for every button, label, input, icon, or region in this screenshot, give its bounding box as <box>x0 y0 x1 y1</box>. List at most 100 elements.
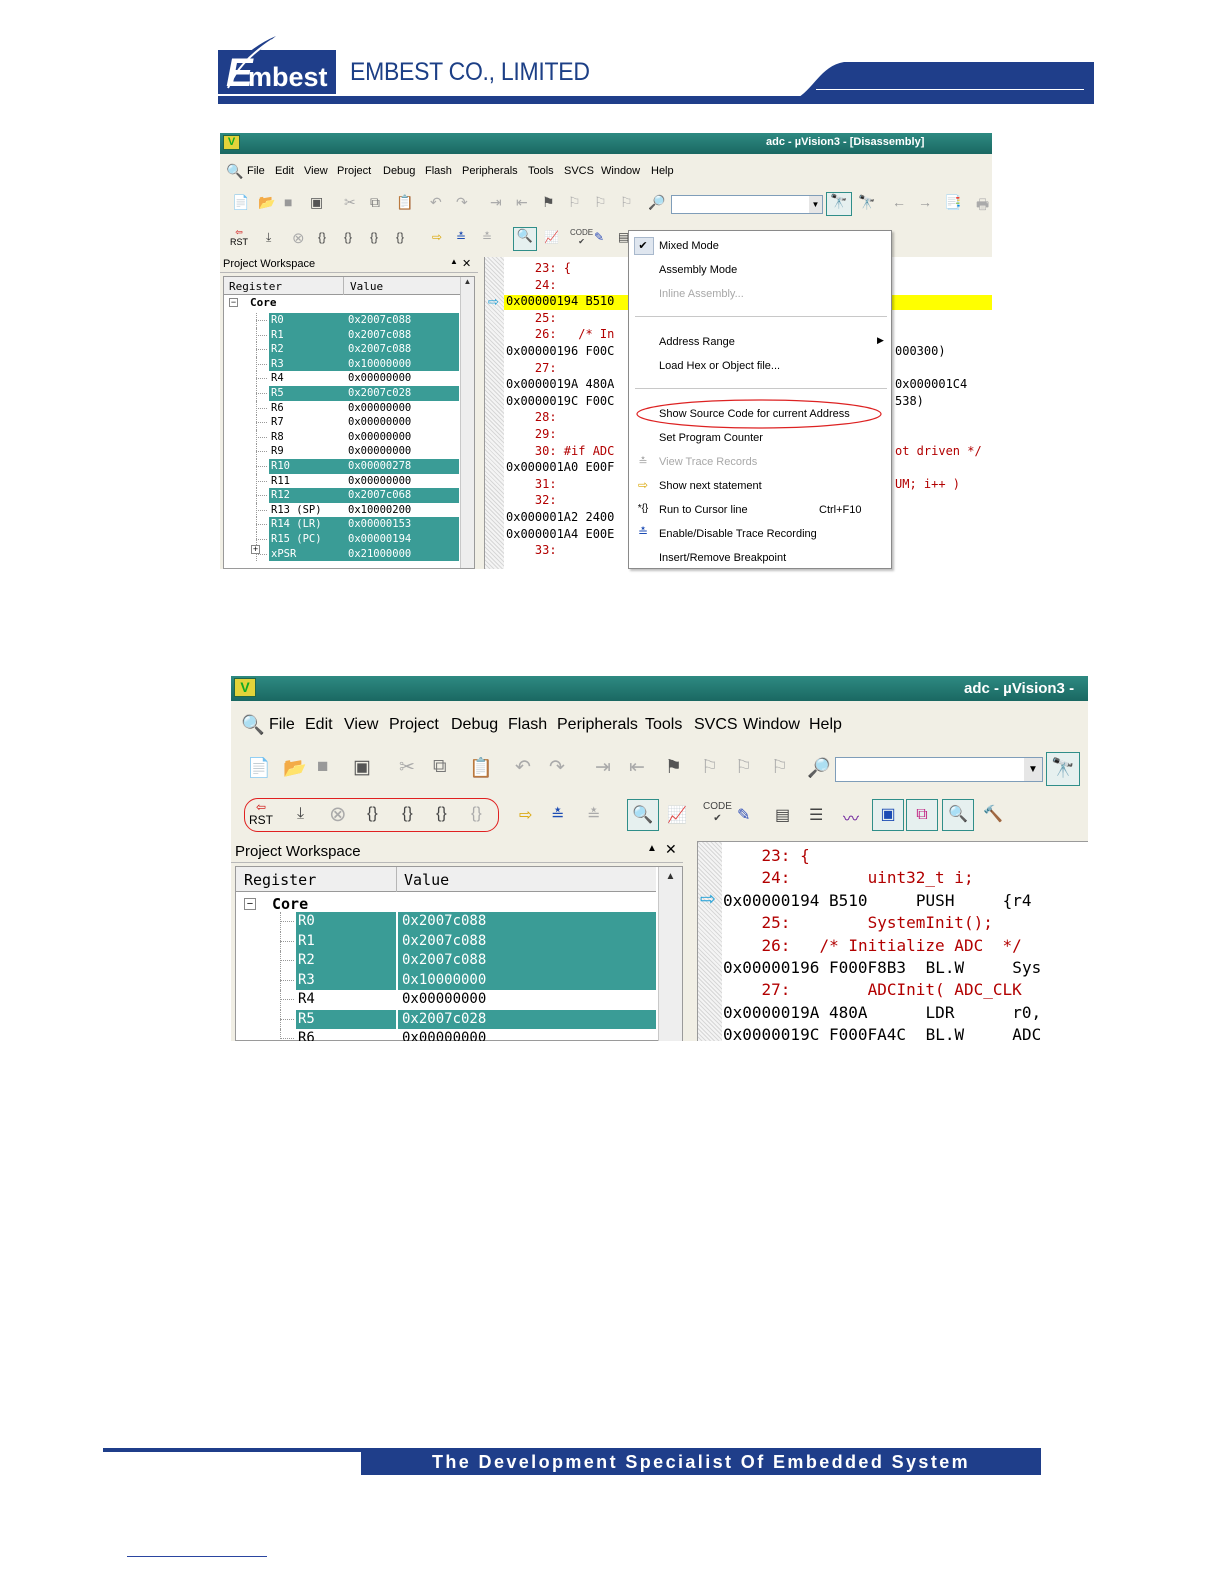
copy-icon[interactable]: ⧉ <box>433 756 447 778</box>
menu-tools[interactable]: Tools <box>645 716 682 734</box>
vertical-scrollbar[interactable]: ▲ <box>658 867 682 1041</box>
col-register[interactable]: Register <box>244 871 316 889</box>
code-line[interactable]: 23: { <box>723 846 810 865</box>
menu-item-set-pc[interactable]: Set Program Counter <box>659 432 763 444</box>
step-out-icon[interactable]: {} <box>436 805 447 823</box>
undo-icon[interactable]: ↶ <box>430 194 442 211</box>
next-bookmark-icon[interactable]: ⚐ <box>701 756 718 779</box>
register-value[interactable]: 0x2007c068 <box>344 488 459 503</box>
code-line[interactable]: 31: <box>506 477 557 491</box>
menu-item-breakpoint[interactable]: Insert/Remove Breakpoint <box>659 552 786 564</box>
serial-window-icon[interactable]: ▣ <box>872 799 904 831</box>
menu-item-run-to-cursor[interactable]: Run to Cursor line <box>659 504 748 516</box>
register-value[interactable]: 0x00000278 <box>344 459 459 474</box>
print-icon[interactable]: 🖶 <box>976 194 989 218</box>
perf-analyzer-icon[interactable]: ✎ <box>737 805 750 825</box>
register-value[interactable]: 0x2007c088 <box>344 342 459 357</box>
prev-bookmark-icon[interactable]: ⚐ <box>735 756 752 779</box>
register-value[interactable]: 0x2007c088 <box>344 313 459 328</box>
code-line[interactable]: 24: <box>723 868 791 887</box>
save-icon[interactable]: ■ <box>317 756 328 778</box>
chevron-down-icon[interactable]: ▼ <box>1024 758 1042 781</box>
new-file-icon[interactable]: 📄 <box>247 756 271 780</box>
redo-icon[interactable]: ↷ <box>549 756 565 779</box>
watch-window-icon[interactable]: 📈 <box>667 805 687 825</box>
bookmark-icon[interactable]: ⚑ <box>542 194 555 211</box>
paste-icon[interactable]: 📋 <box>469 756 493 780</box>
step-into-icon[interactable]: {} <box>318 230 326 244</box>
group-core[interactable]: Core <box>272 895 308 913</box>
code-line[interactable]: 25: <box>723 913 791 932</box>
browse-icon[interactable]: 📑 <box>944 194 961 211</box>
unindent-icon[interactable]: ⇤ <box>516 194 528 211</box>
step-out-icon[interactable]: {} <box>370 230 378 244</box>
run-to-cursor-icon[interactable]: {} <box>471 805 482 823</box>
pin-icon[interactable]: ▲ <box>647 843 657 854</box>
col-register[interactable]: Register <box>229 280 282 293</box>
register-value[interactable]: 0x00000000 <box>344 371 459 386</box>
code-line[interactable]: 30: #if ADC <box>506 444 614 458</box>
menu-window[interactable]: Window <box>601 165 640 177</box>
trace-record-icon[interactable]: ≛ <box>456 230 466 244</box>
menu-file[interactable]: File <box>269 716 295 734</box>
menu-item-view-trace[interactable]: View Trace Records <box>659 456 757 468</box>
scroll-up-icon[interactable]: ▲ <box>461 277 474 286</box>
symbols-window-icon[interactable]: ☰ <box>809 805 823 825</box>
show-next-statement-icon[interactable]: ⇨ <box>432 230 442 244</box>
prev-bookmark-icon[interactable]: ⚐ <box>594 194 607 211</box>
next-bookmark-icon[interactable]: ⚐ <box>568 194 581 211</box>
col-value[interactable]: Value <box>350 280 383 293</box>
scroll-up-icon[interactable]: ▲ <box>659 871 682 882</box>
code-line[interactable]: 29: <box>506 427 557 441</box>
unindent-icon[interactable]: ⇤ <box>629 756 645 779</box>
code-line[interactable]: 0x00000194 B510 <box>723 891 868 910</box>
menu-help[interactable]: Help <box>651 165 674 177</box>
memory-window-icon[interactable]: ▤ <box>775 805 790 825</box>
vertical-scrollbar[interactable]: ▲ <box>460 277 474 568</box>
menu-file[interactable]: File <box>247 165 265 177</box>
cut-icon[interactable]: ✂ <box>399 756 415 779</box>
undo-icon[interactable]: ↶ <box>515 756 531 779</box>
save-all-icon[interactable]: ▣ <box>353 756 371 779</box>
register-value[interactable]: 0x2007c028 <box>344 386 459 401</box>
find-combo[interactable]: ▼ <box>671 195 823 214</box>
clear-bookmarks-icon[interactable]: ⚐ <box>771 756 788 779</box>
code-coverage-icon[interactable]: CODE ✔ <box>703 801 732 825</box>
find-next-icon[interactable]: 🔭 <box>858 194 875 211</box>
register-value[interactable]: 0x10000000 <box>398 970 656 990</box>
copy-icon[interactable]: ⧉ <box>370 194 380 211</box>
forward-arrow-icon[interactable]: → <box>918 194 932 210</box>
register-value[interactable]: 0x2007c088 <box>344 327 459 343</box>
menu-window[interactable]: Window <box>743 716 800 734</box>
menu-debug[interactable]: Debug <box>383 165 415 177</box>
register-value[interactable]: 0x00000194 <box>344 532 459 547</box>
trace-record-icon[interactable]: ≛ <box>551 805 564 825</box>
indent-icon[interactable]: ⇥ <box>595 756 611 779</box>
menu-svcs[interactable]: SVCS <box>564 165 594 177</box>
register-value[interactable]: 0x21000000 <box>344 546 459 562</box>
menu-svcs[interactable]: SVCS <box>694 716 738 734</box>
code-line[interactable]: 0x00000196 F00C <box>506 344 614 358</box>
code-coverage-icon[interactable]: CODE ✔ <box>570 228 593 246</box>
register-value[interactable]: 0x2007c028 <box>398 1009 656 1029</box>
menu-item-inline-assembly[interactable]: Inline Assembly... <box>659 288 744 300</box>
code-line[interactable]: 0x0000019C F00C <box>506 394 614 408</box>
inspect-window-icon[interactable]: 🔍 <box>942 799 974 831</box>
bookmark-icon[interactable]: ⚑ <box>665 756 682 779</box>
open-folder-icon[interactable]: 📂 <box>258 194 275 211</box>
find-in-files-icon[interactable]: 🔎 <box>648 194 665 211</box>
register-value[interactable]: 0x2007c088 <box>398 912 656 932</box>
run-to-cursor-icon[interactable]: {} <box>396 230 404 244</box>
code-line[interactable]: 0x000001A0 E00F <box>506 460 614 474</box>
register-value[interactable]: 0x2007c088 <box>398 951 656 971</box>
menu-debug[interactable]: Debug <box>451 716 498 734</box>
code-line[interactable]: 25: <box>506 311 557 325</box>
menu-item-trace-recording[interactable]: Enable/Disable Trace Recording <box>659 528 817 540</box>
menu-view[interactable]: View <box>344 716 378 734</box>
menu-item-show-next[interactable]: Show next statement <box>659 480 762 492</box>
code-line[interactable]: 32: <box>506 493 557 507</box>
save-icon[interactable]: ■ <box>284 194 292 210</box>
code-line[interactable]: 27: <box>723 980 791 999</box>
find-combo[interactable]: ▼ <box>835 757 1043 782</box>
stop-icon[interactable]: ⊗ <box>292 229 305 247</box>
